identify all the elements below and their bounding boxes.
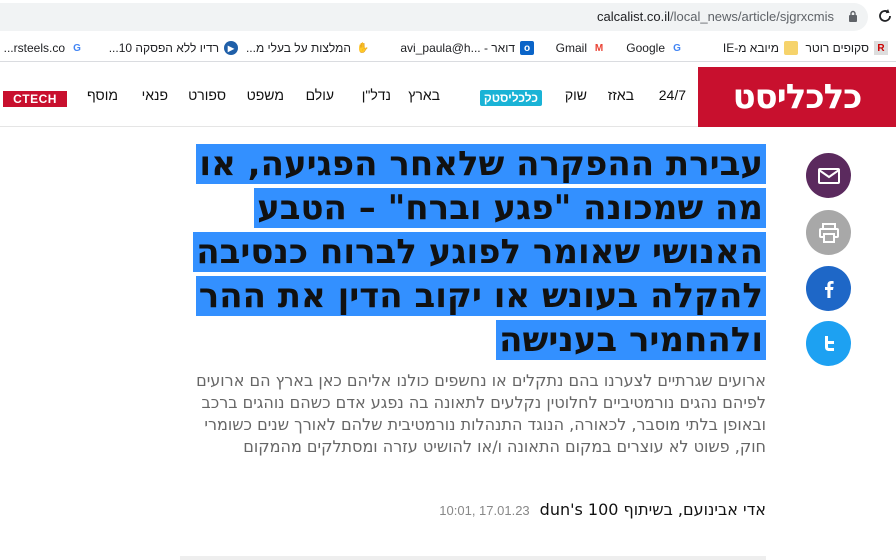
bookmarks-bar: R סקופים רוטר מיובא מ-IE G Google M Gmai… xyxy=(0,33,896,62)
nav-item-real-estate[interactable]: נדל"ן xyxy=(362,87,391,103)
lock-icon[interactable] xyxy=(848,10,858,23)
nav-item-247[interactable]: 24/7 xyxy=(659,87,686,103)
address-bar-row: calcalist.co.il/local_news/article/sjgrx… xyxy=(0,0,896,33)
google-icon: G xyxy=(673,42,681,54)
handshake-icon: ✋ xyxy=(356,42,370,54)
article-subtitle: ארועים שגרתיים לצערנו בהם נתקלים או נחשפ… xyxy=(196,371,766,456)
google-icon: G xyxy=(73,42,81,54)
bookmark-ie-folder[interactable]: מיובא מ-IE xyxy=(723,39,798,57)
outlook-icon: o xyxy=(520,41,534,55)
site-header: כלכליסט 24/7 באזז שוק כלכליסטק בארץ נדל"… xyxy=(0,67,896,127)
bookmark-label: rsteels.co... xyxy=(3,41,65,55)
share-facebook-button[interactable] xyxy=(806,266,851,311)
bookmark-label: דואר - ...avi_paula@h xyxy=(400,41,515,55)
bookmark-radio[interactable]: ▶ רדיו ללא הפסקה 10... xyxy=(109,39,238,57)
nav-item-sport[interactable]: ספורט xyxy=(188,87,226,103)
bookmark-outlook[interactable]: o דואר - ...avi_paula@h xyxy=(400,39,534,57)
article-byline: אדי אבינועם, בשיתוף dun's 100 10:01, 17.… xyxy=(439,500,766,519)
url-path: /local_news/article/sjgrxcmis xyxy=(670,9,834,24)
content-divider xyxy=(180,556,766,560)
folder-icon xyxy=(784,41,798,55)
nav-item-law[interactable]: משפט xyxy=(247,87,284,103)
calcalist-logo[interactable]: כלכליסט xyxy=(698,67,896,127)
bookmark-label: מיובא מ-IE xyxy=(722,41,779,55)
gmail-icon: M xyxy=(594,42,604,54)
publish-datetime: 10:01, 17.01.23 xyxy=(439,503,530,518)
envelope-icon xyxy=(817,167,840,184)
bookmark-label: רדיו ללא הפסקה 10... xyxy=(108,41,219,55)
bookmark-recommendations[interactable]: ✋ המלצות על בעלי מ... xyxy=(246,39,370,57)
bookmark-rotter[interactable]: R סקופים רוטר xyxy=(805,39,888,57)
bookmark-label: Gmail xyxy=(555,41,587,55)
bookmark-gmail[interactable]: M Gmail xyxy=(556,39,606,57)
share-twitter-button[interactable] xyxy=(806,321,851,366)
bookmark-label: המלצות על בעלי מ... xyxy=(245,41,351,55)
nav-item-market[interactable]: שוק xyxy=(565,87,587,103)
author[interactable]: אדי אבינועם, בשיתוף dun's 100 xyxy=(540,500,766,519)
bookmark-label: Google xyxy=(626,41,665,55)
share-email-button[interactable] xyxy=(806,153,851,198)
play-icon: ▶ xyxy=(224,41,238,55)
nav-item-local[interactable]: בארץ xyxy=(408,87,440,103)
bookmark-label: סקופים רוטר xyxy=(805,41,869,55)
facebook-icon xyxy=(824,280,834,298)
url-host: calcalist.co.il xyxy=(597,9,670,24)
nav-item-supplement[interactable]: מוסף xyxy=(87,87,118,103)
share-print-button[interactable] xyxy=(806,210,851,255)
headline-text: עבירת ההפקרה שלאחר הפגיעה, או מה שמכונה … xyxy=(193,144,766,360)
bookmark-google[interactable]: G Google xyxy=(626,39,684,57)
nav-item-buzz[interactable]: באזז xyxy=(608,87,634,103)
nav-item-leisure[interactable]: פנאי xyxy=(142,87,168,103)
rotter-icon: R xyxy=(874,41,888,55)
url-text[interactable]: calcalist.co.il/local_news/article/sjgrx… xyxy=(597,9,834,24)
printer-icon xyxy=(818,222,839,243)
reload-icon[interactable] xyxy=(876,7,894,25)
twitter-icon xyxy=(824,335,834,351)
bookmark-rsteels[interactable]: G rsteels.co... xyxy=(4,39,84,57)
nav-item-world[interactable]: עולם xyxy=(306,87,334,103)
nav-item-calcalistech[interactable]: כלכליסטק xyxy=(479,90,542,106)
logo-text: כלכליסט xyxy=(732,77,863,117)
ctech-logo[interactable]: CTECH xyxy=(3,91,67,107)
article-headline: עבירת ההפקרה שלאחר הפגיעה, או מה שמכונה … xyxy=(156,142,766,362)
